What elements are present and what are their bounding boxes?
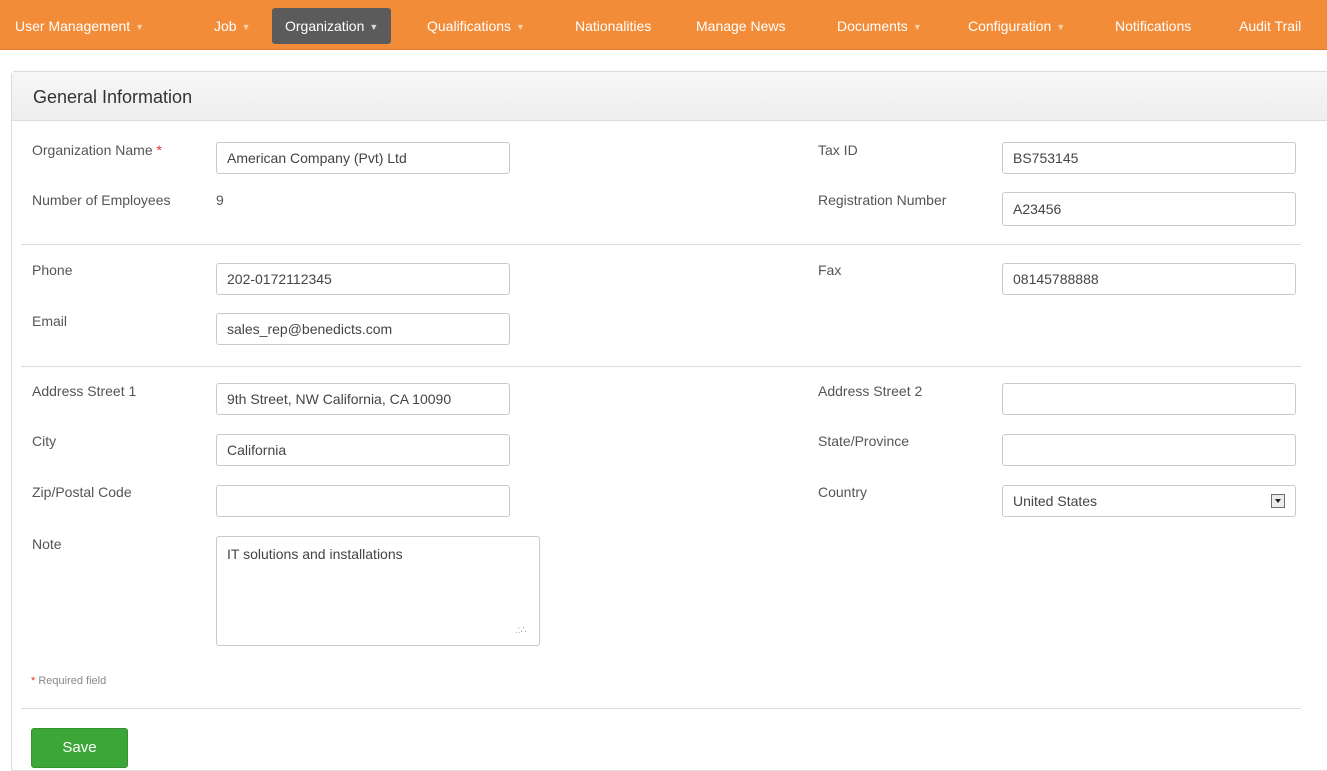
chevron-down-icon: ▼: [912, 22, 922, 32]
chevron-down-icon: ▼: [1056, 22, 1066, 32]
address-street-2-label: Address Street 2: [818, 383, 923, 399]
registration-number-input[interactable]: [1002, 192, 1296, 226]
country-label: Country: [818, 484, 868, 500]
city-label: City: [32, 433, 57, 449]
nav-item-label: Manage News: [696, 18, 786, 34]
nav-configuration[interactable]: Configuration ▼: [968, 8, 1065, 44]
nav-audit-trail[interactable]: Audit Trail: [1239, 8, 1301, 44]
section-divider: [21, 244, 1301, 245]
org-name-input[interactable]: [216, 142, 510, 174]
nav-qualifications[interactable]: Qualifications ▼: [427, 8, 525, 44]
employees-label: Number of Employees: [32, 192, 171, 208]
required-field-text: Required field: [38, 675, 107, 687]
country-select[interactable]: United States: [1002, 485, 1296, 517]
nav-item-label: Nationalities: [575, 18, 652, 34]
nav-item-label: Audit Trail: [1239, 18, 1302, 34]
address-street-2-input[interactable]: [1002, 383, 1296, 415]
resize-handle-icon[interactable]: .:∴: [515, 626, 527, 636]
nav-user-management[interactable]: User Management ▼: [15, 8, 144, 44]
section-divider: [21, 708, 1301, 709]
panel-header: General Information: [12, 72, 1327, 121]
zip-postal-code-input[interactable]: [216, 485, 510, 517]
fax-input[interactable]: [1002, 263, 1296, 295]
chevron-down-icon: ▼: [369, 22, 379, 32]
note-label: Note: [32, 536, 62, 552]
state-province-label: State/Province: [818, 433, 910, 449]
nav-item-label: User Management: [15, 18, 131, 34]
phone-label: Phone: [32, 262, 73, 278]
dropdown-arrow-icon[interactable]: [1271, 494, 1285, 508]
org-name-label: Organization Name *: [32, 142, 162, 158]
top-navigation-bar: User Management ▼ Job ▼ Organization ▼ Qual…: [0, 0, 1327, 50]
nav-job[interactable]: Job ▼: [214, 8, 251, 44]
country-select-value: United States: [1013, 493, 1098, 509]
address-street-1-input[interactable]: [216, 383, 510, 415]
email-input[interactable]: [216, 313, 510, 345]
note-textarea[interactable]: IT solutions and installations: [216, 536, 540, 646]
zip-postal-code-label: Zip/Postal Code: [32, 484, 132, 500]
nav-item-label: Job: [214, 18, 237, 34]
required-star: *: [156, 142, 162, 158]
email-label: Email: [32, 313, 68, 329]
nav-manage-news[interactable]: Manage News: [696, 8, 786, 44]
nav-nationalities[interactable]: Nationalities: [575, 8, 651, 44]
nav-item-label: Qualifications: [427, 18, 512, 34]
state-province-input[interactable]: [1002, 434, 1296, 466]
address-street-1-label: Address Street 1: [32, 383, 137, 399]
tax-id-input[interactable]: [1002, 142, 1296, 174]
section-divider: [21, 366, 1301, 367]
nav-item-label: Documents: [837, 18, 908, 34]
general-information-panel: General Information: [11, 71, 1327, 771]
chevron-down-icon: ▼: [516, 22, 525, 32]
nav-item-label: Organization: [285, 18, 365, 34]
nav-item-label: Notifications: [1115, 18, 1192, 34]
required-star: *: [31, 675, 36, 687]
phone-input[interactable]: [216, 263, 510, 295]
city-input[interactable]: [216, 434, 510, 466]
panel-title: General Information: [33, 87, 193, 107]
save-button[interactable]: Save: [31, 728, 128, 768]
registration-number-label: Registration Number: [818, 192, 947, 208]
nav-item-label: Configuration: [968, 18, 1052, 34]
org-name-label-text: Organization Name: [32, 142, 153, 158]
chevron-down-icon: ▼: [241, 22, 251, 32]
tax-id-label: Tax ID: [818, 142, 858, 158]
required-field-note: * Required field: [31, 675, 106, 687]
nav-organization[interactable]: Organization ▼: [272, 8, 392, 44]
employees-value: 9: [216, 192, 224, 208]
nav-documents[interactable]: Documents ▼: [837, 8, 922, 44]
chevron-down-icon: ▼: [135, 22, 145, 32]
nav-notifications[interactable]: Notifications: [1115, 8, 1191, 44]
fax-label: Fax: [818, 262, 842, 278]
